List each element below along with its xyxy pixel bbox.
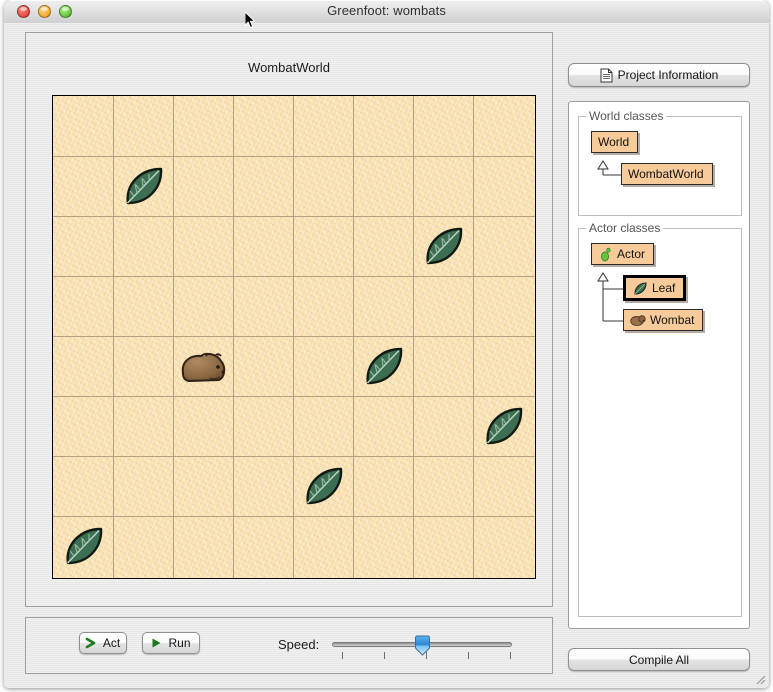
speed-label: Speed: <box>278 637 320 652</box>
world-grid[interactable] <box>52 95 536 579</box>
slider-tick <box>468 652 469 659</box>
grid-line-horizontal <box>53 336 535 337</box>
world-actor-leaf[interactable] <box>361 345 405 387</box>
run-button[interactable]: Run <box>142 632 200 654</box>
grid-line-vertical <box>473 96 474 578</box>
actor-classes-group: Actor classes Actor Leaf Wombat <box>578 221 742 617</box>
world-panel: WombatWorld <box>25 32 553 607</box>
world-title: WombatWorld <box>248 60 330 75</box>
act-button-label: Act <box>102 636 121 650</box>
grid-line-vertical <box>353 96 354 578</box>
class-name-label: Leaf <box>652 281 676 295</box>
grid-line-vertical <box>173 96 174 578</box>
run-button-label: Run <box>168 636 191 650</box>
actor-classes-label: Actor classes <box>586 221 664 235</box>
act-button[interactable]: Act <box>79 632 127 654</box>
project-information-label: Project Information <box>617 68 719 82</box>
compile-all-label: Compile All <box>628 652 690 667</box>
class-box-wombatworld[interactable]: WombatWorld <box>621 163 713 185</box>
window-content: WombatWorld Act Run Speed: Project Infor… <box>4 23 769 688</box>
grid-line-horizontal <box>53 456 535 457</box>
compile-all-button[interactable]: Compile All <box>568 648 750 671</box>
class-box-world[interactable]: World <box>591 131 639 153</box>
grid-line-horizontal <box>53 396 535 397</box>
world-classes-label: World classes <box>586 109 667 123</box>
class-name-label: Actor <box>617 247 646 261</box>
slider-tick <box>510 652 511 659</box>
class-name-label: World <box>598 135 630 149</box>
class-box-leaf[interactable]: Leaf <box>623 275 687 301</box>
world-actor-leaf[interactable] <box>481 405 525 447</box>
grid-line-horizontal <box>53 216 535 217</box>
class-name-label: Wombat <box>650 313 695 327</box>
grid-line-horizontal <box>53 516 535 517</box>
application-window: Greenfoot: wombats WombatWorld Act Run S… <box>4 0 769 688</box>
speed-slider[interactable] <box>332 635 512 665</box>
execution-control-panel: Act Run Speed: <box>25 617 553 674</box>
document-icon <box>600 68 613 83</box>
project-information-button[interactable]: Project Information <box>568 63 750 87</box>
slider-tick <box>384 652 385 659</box>
wombat-icon <box>630 313 646 327</box>
world-actor-leaf[interactable] <box>121 165 165 207</box>
class-box-actor[interactable]: Actor <box>591 243 655 265</box>
slider-tick <box>342 652 343 659</box>
grid-line-horizontal <box>53 156 535 157</box>
world-actor-wombat[interactable] <box>177 345 229 387</box>
class-name-label: WombatWorld <box>628 167 704 181</box>
grid-line-vertical <box>413 96 414 578</box>
world-classes-group: World classes World WombatWorld <box>578 109 742 216</box>
grid-line-horizontal <box>53 276 535 277</box>
play-triangle-icon <box>149 636 163 650</box>
resize-grip[interactable] <box>753 672 767 686</box>
actor-footprint-icon <box>598 247 613 262</box>
grid-line-vertical <box>233 96 234 578</box>
class-browser-panel: World classes World WombatWorld Actor cl… <box>568 101 750 629</box>
world-actor-leaf[interactable] <box>301 465 345 507</box>
slider-thumb[interactable] <box>414 635 431 656</box>
grid-line-vertical <box>113 96 114 578</box>
world-actor-leaf[interactable] <box>61 525 105 567</box>
world-actor-leaf[interactable] <box>421 225 465 267</box>
chevron-right-icon <box>84 636 98 650</box>
title-bar[interactable]: Greenfoot: wombats <box>4 0 769 24</box>
leaf-icon <box>632 281 648 296</box>
class-box-wombat[interactable]: Wombat <box>623 309 704 331</box>
grid-line-vertical <box>293 96 294 578</box>
window-title: Greenfoot: wombats <box>327 3 446 18</box>
